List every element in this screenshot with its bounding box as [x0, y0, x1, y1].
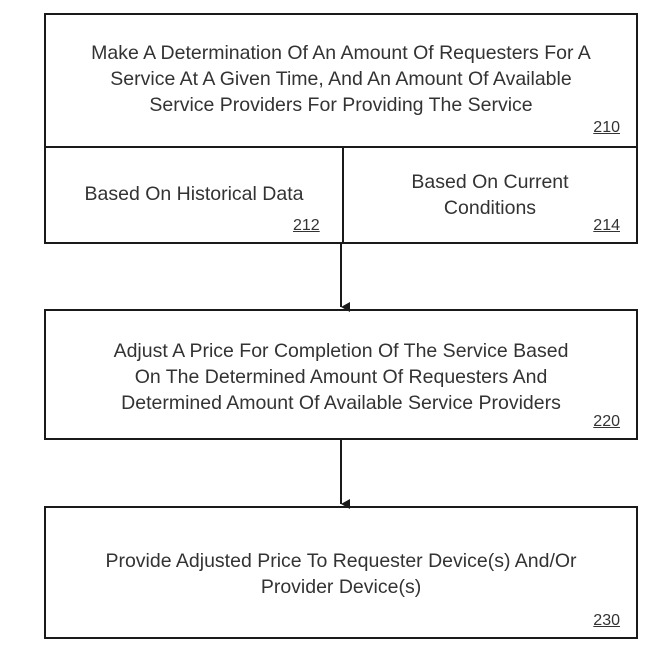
flow-arrows [0, 0, 668, 650]
